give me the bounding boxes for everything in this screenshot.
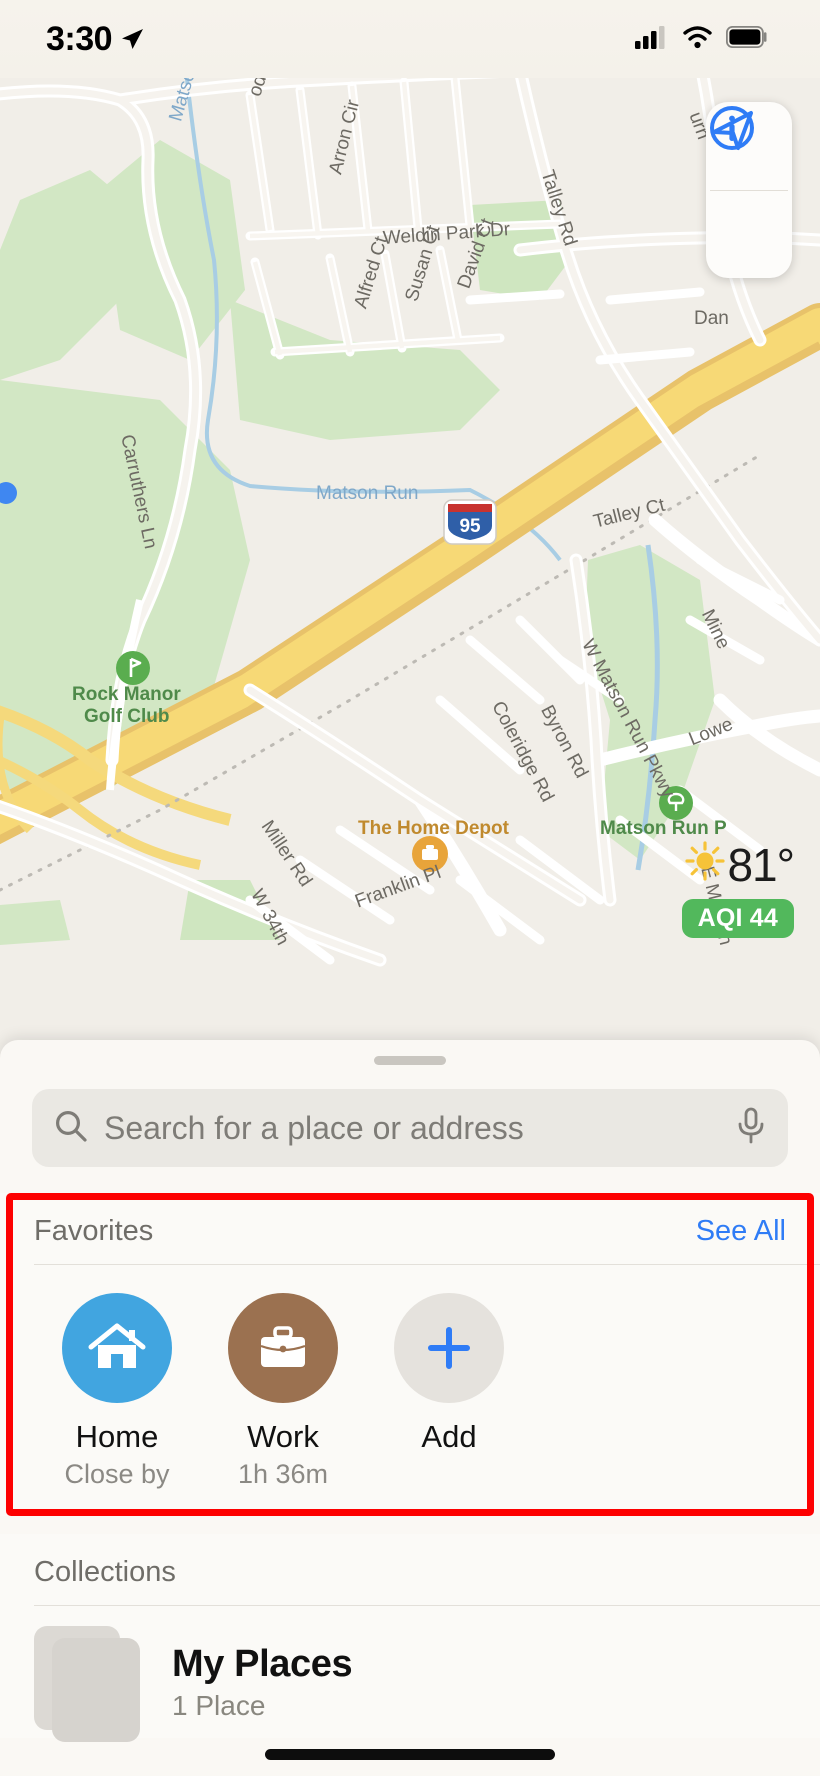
house-icon [88, 1323, 146, 1368]
sheet-grabber[interactable] [374, 1056, 446, 1065]
favorite-home-subtitle: Close by [64, 1459, 170, 1489]
favorite-item-home[interactable]: Home Close by [34, 1293, 200, 1490]
favorite-item-add[interactable]: Add [366, 1293, 532, 1490]
bottom-sheet: Search for a place or address Favorites … [0, 1040, 820, 1776]
collection-item-my-places[interactable]: My Places 1 Place [0, 1606, 820, 1742]
phone-screen: 95 Matson Runod RdArron CirWeldin Par [0, 0, 820, 1776]
map-controls-card [706, 102, 792, 278]
map-canvas[interactable]: 95 Matson Runod RdArron CirWeldin Par [0, 0, 820, 1060]
plus-icon [428, 1327, 470, 1369]
search-bar[interactable]: Search for a place or address [32, 1089, 788, 1167]
map-locate-button[interactable] [706, 111, 792, 279]
svg-text:95: 95 [459, 516, 481, 537]
favorites-see-all-button[interactable]: See All [696, 1215, 786, 1248]
search-input[interactable]: Search for a place or address [104, 1110, 720, 1147]
favorites-title: Favorites [34, 1215, 154, 1247]
favorite-home-name: Home [75, 1419, 159, 1454]
wifi-icon [682, 25, 713, 54]
favorite-home-circle [62, 1293, 172, 1403]
collection-subtitle: 1 Place [172, 1689, 266, 1721]
favorites-header: Favorites See All [0, 1193, 820, 1264]
favorite-item-work[interactable]: Work 1h 36m [200, 1293, 366, 1490]
battery-icon [725, 25, 768, 53]
search-icon [54, 1109, 88, 1148]
favorites-highlight-wrapper: Favorites See All Home Close by Work 1h … [0, 1193, 820, 1516]
collection-name: My Places [172, 1642, 353, 1685]
collection-text: My Places 1 Place [172, 1642, 353, 1722]
weather-current: 81° [684, 838, 795, 892]
favorite-add-circle [394, 1293, 504, 1403]
collections-title: Collections [34, 1556, 176, 1588]
favorite-add-name: Add [421, 1419, 477, 1454]
thumbnail-front-card [52, 1638, 140, 1742]
status-bar: 3:30 [0, 0, 820, 78]
favorite-work-circle [228, 1293, 338, 1403]
aqi-badge: AQI 44 [681, 899, 794, 938]
weather-temperature: 81° [727, 839, 795, 891]
status-time: 3:30 [46, 19, 113, 58]
favorites-list: Home Close by Work 1h 36m Add [0, 1265, 820, 1516]
microphone-icon[interactable] [736, 1107, 766, 1150]
status-bar-left: 3:30 [46, 20, 145, 59]
collections-section: Collections My Places 1 Place [0, 1534, 820, 1742]
cellular-signal-icon [635, 25, 669, 54]
home-indicator[interactable] [265, 1749, 555, 1760]
sun-icon [684, 841, 725, 881]
favorite-work-name: Work [247, 1419, 319, 1454]
favorite-work-subtitle: 1h 36m [237, 1459, 329, 1489]
favorites-section: Favorites See All Home Close by Work 1h … [0, 1193, 820, 1516]
weather-widget[interactable]: 81° AQI 44 [681, 838, 795, 938]
navigation-arrow-icon [712, 111, 753, 150]
status-bar-right [635, 25, 768, 54]
briefcase-icon [260, 1326, 306, 1367]
stacked-cards-thumbnail [34, 1626, 146, 1742]
collections-header: Collections [0, 1534, 820, 1605]
location-arrow-icon [119, 26, 145, 52]
